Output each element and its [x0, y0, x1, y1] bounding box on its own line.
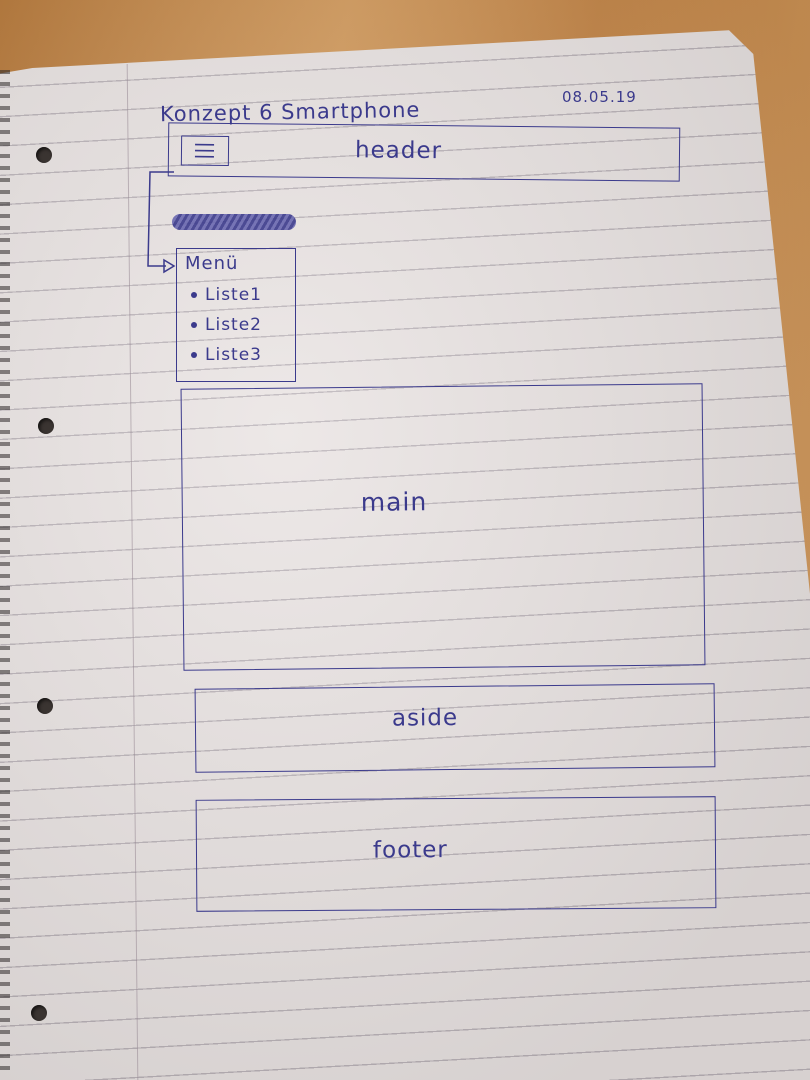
menu-item-label: Liste2 [205, 315, 262, 335]
notebook-photo: Konzept 6 Smartphone 08.05.19 header Men… [0, 0, 810, 1080]
bullet-icon [191, 322, 197, 328]
footer-label: footer [372, 837, 448, 864]
menu-item-label: Liste1 [205, 285, 262, 305]
sketch-date: 08.05.19 [562, 88, 637, 106]
footer-box: footer [195, 796, 717, 912]
bullet-icon [191, 352, 197, 358]
scribbled-out-text [172, 214, 296, 230]
menu-title: Menü [185, 253, 239, 274]
bullet-icon [191, 292, 197, 298]
aside-box: aside [194, 683, 716, 773]
punch-hole [38, 418, 54, 434]
menu-box: Menü Liste1 Liste2 Liste3 [176, 248, 296, 382]
menu-item[interactable]: Liste1 [191, 285, 262, 305]
hamburger-menu-icon [194, 143, 215, 158]
header-box: header [167, 122, 681, 182]
hamburger-button[interactable] [180, 135, 230, 166]
spiral-binding [0, 70, 10, 1070]
menu-item[interactable]: Liste3 [191, 345, 262, 365]
menu-item[interactable]: Liste2 [191, 315, 262, 335]
main-box: main [180, 383, 706, 671]
main-label: main [360, 487, 428, 517]
punch-hole [31, 1005, 47, 1021]
punch-hole [36, 147, 52, 163]
punch-hole [37, 698, 53, 714]
menu-item-label: Liste3 [205, 345, 262, 365]
header-label: header [354, 137, 443, 165]
aside-label: aside [391, 704, 459, 732]
